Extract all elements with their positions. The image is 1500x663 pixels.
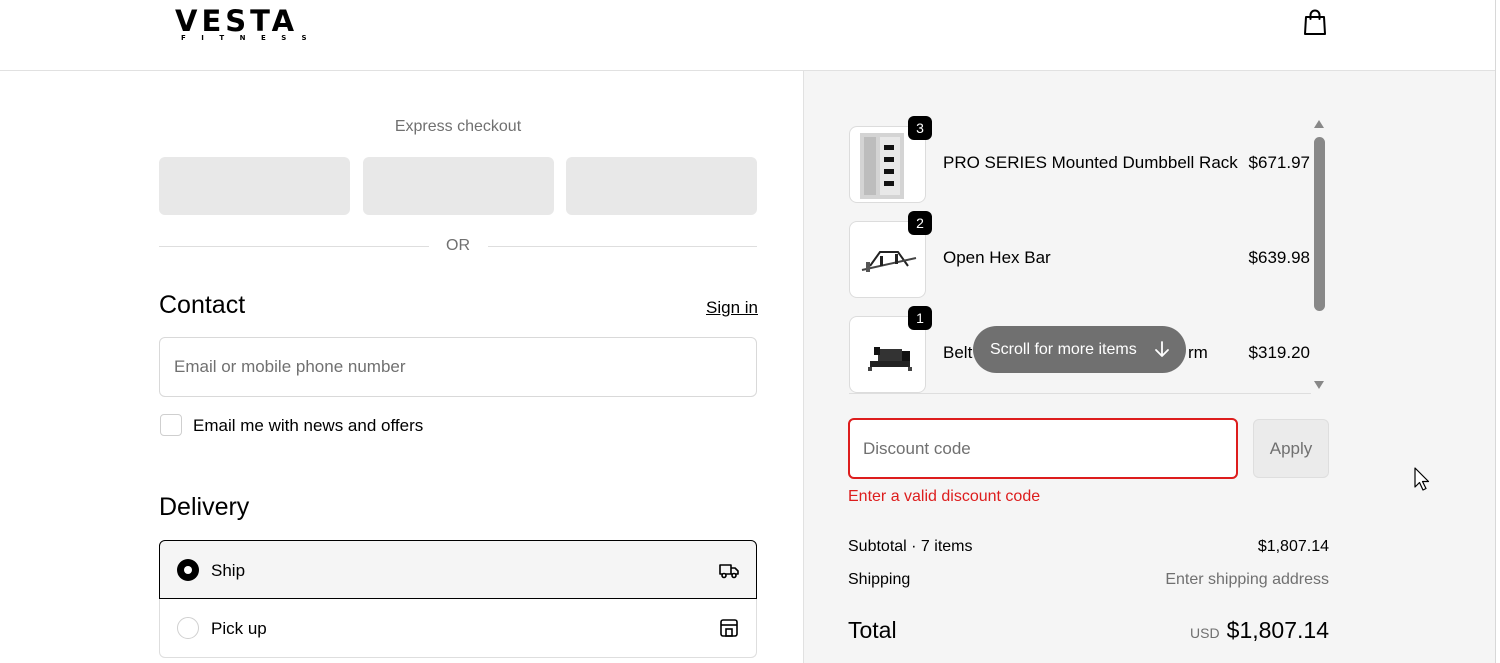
ship-label: Ship: [211, 561, 246, 580]
delivery-heading: Delivery: [159, 493, 250, 521]
or-divider-left: [159, 246, 429, 247]
line-item: 3 PRO SERIES Mounted Dumbbell Rack $671.…: [849, 116, 1319, 203]
total-value: $1,807.14: [1226, 617, 1329, 643]
express-pay-button-1[interactable]: [159, 157, 350, 215]
window-edge: [1495, 0, 1500, 663]
quantity-badge: 2: [908, 211, 932, 235]
item-price: $671.97: [1248, 153, 1310, 172]
item-name-start: Belt: [943, 343, 973, 362]
delivery-option-ship[interactable]: Ship: [159, 540, 757, 599]
newsletter-checkbox[interactable]: [160, 414, 182, 436]
line-item: 2 Open Hex Bar $639.98: [849, 211, 1319, 298]
email-field[interactable]: [159, 337, 757, 397]
header: VESTA FITNESS: [0, 0, 1500, 71]
total-label: Total: [848, 617, 897, 643]
vesta-fitness-logo[interactable]: VESTA FITNESS: [175, 4, 337, 42]
store-icon: [720, 619, 738, 637]
logo-wordmark: VESTA: [175, 4, 299, 38]
quantity-badge: 1: [908, 306, 932, 330]
shipping-value: Enter shipping address: [1165, 571, 1329, 588]
pickup-radio[interactable]: [177, 617, 199, 639]
scroll-for-more-button[interactable]: Scroll for more items: [973, 326, 1186, 373]
shipping-label: Shipping: [848, 571, 911, 588]
order-list-divider: [849, 393, 1311, 394]
ship-radio[interactable]: [177, 559, 199, 581]
item-price: $639.98: [1248, 248, 1310, 267]
pickup-label: Pick up: [211, 619, 267, 638]
sign-in-link[interactable]: Sign in: [706, 298, 758, 318]
newsletter-label: Email me with news and offers: [193, 416, 424, 435]
logo-subtitle: FITNESS: [181, 34, 323, 42]
discount-code-field[interactable]: [848, 418, 1238, 479]
mouse-pointer-icon: [1414, 467, 1430, 491]
or-label: OR: [446, 237, 470, 254]
item-name-end: rm: [1188, 343, 1208, 362]
scroll-hint-label: Scroll for more items: [990, 341, 1137, 358]
express-pay-button-2[interactable]: [363, 157, 554, 215]
truck-icon: [719, 564, 739, 579]
arrow-down-icon: [1155, 341, 1169, 357]
contact-heading: Contact: [159, 291, 246, 319]
item-price: $319.20: [1248, 343, 1310, 362]
scroll-down-arrow-icon[interactable]: [1314, 381, 1324, 389]
or-divider-right: [488, 246, 757, 247]
discount-error-message: Enter a valid discount code: [848, 488, 1041, 505]
item-name: Open Hex Bar: [943, 248, 1051, 267]
shopping-bag-icon[interactable]: [1302, 8, 1328, 36]
scroll-up-arrow-icon[interactable]: [1314, 120, 1324, 128]
express-checkout-title: Express checkout: [394, 118, 522, 135]
total-currency: USD: [1190, 625, 1220, 641]
apply-discount-button[interactable]: Apply: [1253, 419, 1329, 478]
subtotal-label: Subtotal · 7 items: [848, 538, 973, 555]
express-pay-button-3[interactable]: [566, 157, 757, 215]
quantity-badge: 3: [908, 116, 932, 140]
subtotal-value: $1,807.14: [1257, 538, 1329, 555]
item-name: PRO SERIES Mounted Dumbbell Rack: [943, 153, 1238, 172]
scrollbar-thumb[interactable]: [1314, 137, 1325, 311]
delivery-option-pickup[interactable]: Pick up: [159, 599, 757, 658]
